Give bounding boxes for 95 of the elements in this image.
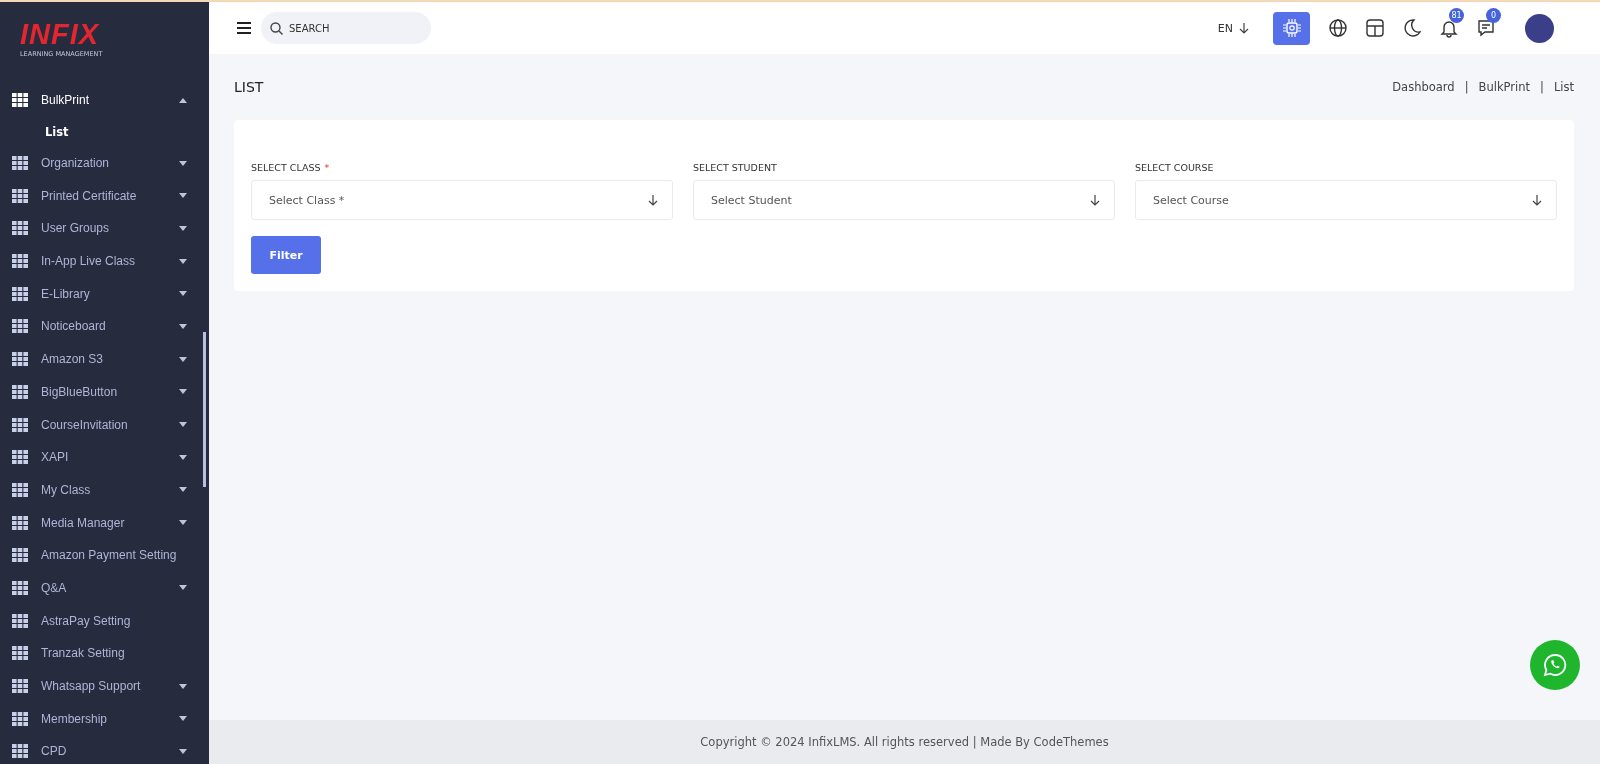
required-mark: *	[324, 162, 330, 173]
search-icon	[270, 22, 283, 35]
arrow-down-icon	[648, 194, 658, 206]
avatar[interactable]	[1525, 13, 1554, 43]
grid-icon	[12, 482, 28, 497]
chip-icon	[1281, 18, 1302, 38]
grid-icon	[12, 156, 28, 171]
sidebar-item[interactable]: BigBlueButton	[0, 375, 209, 409]
caret-icon	[179, 454, 187, 460]
sidebar-item[interactable]: BulkPrint	[0, 84, 209, 117]
moon-icon[interactable]	[1402, 18, 1422, 38]
caret-icon	[179, 487, 187, 493]
grid-icon	[12, 221, 28, 236]
grid-icon	[12, 711, 28, 726]
scrollbar[interactable]	[203, 332, 206, 487]
caret-icon	[179, 258, 187, 264]
filter-button[interactable]: Filter	[251, 236, 321, 274]
select-field[interactable]: Select Course	[1135, 180, 1557, 220]
sidebar-item[interactable]: Q&A	[0, 571, 209, 605]
breadcrumb-separator: |	[1540, 80, 1544, 94]
sidebar-item[interactable]: CPD	[0, 735, 209, 764]
caret-icon	[179, 225, 187, 231]
select-field[interactable]: Select Student	[693, 180, 1115, 220]
caret-icon	[179, 683, 187, 689]
caret-icon	[179, 193, 187, 199]
sidebar-subitem[interactable]: List	[0, 116, 209, 147]
grid-icon	[12, 286, 28, 301]
whatsapp-icon	[1543, 653, 1567, 677]
sidebar-item[interactable]: Tranzak Setting	[0, 637, 209, 670]
copyright-text: Copyright © 2024 InfixLMS. All rights reserved | Made By CodeThemes	[700, 735, 1109, 749]
caret-icon	[179, 356, 187, 362]
arrow-down-icon	[1090, 194, 1100, 206]
sidebar-item[interactable]: Noticeboard	[0, 310, 209, 343]
breadcrumb-link[interactable]: Dashboard	[1392, 80, 1455, 94]
caret-icon	[179, 422, 187, 428]
caret-icon	[179, 520, 187, 526]
sidebar-item[interactable]: Media Manager	[0, 506, 209, 539]
grid-icon	[12, 580, 28, 595]
sidebar-item[interactable]: CourseInvitation	[0, 408, 209, 441]
grid-icon	[12, 384, 28, 399]
notification-count: 81	[1449, 8, 1464, 23]
sidebar-item[interactable]: E-Library	[0, 277, 209, 311]
field-label: SELECT COURSE	[1135, 162, 1214, 173]
grid-icon	[12, 744, 28, 759]
bell-icon[interactable]	[1439, 18, 1459, 38]
breadcrumb-link[interactable]: BulkPrint	[1478, 80, 1530, 94]
caret-icon	[179, 748, 187, 754]
grid-icon	[12, 254, 28, 269]
sidebar-item[interactable]: Membership	[0, 702, 209, 736]
select-field[interactable]: Select Class *	[251, 180, 673, 220]
logo-text: INFIX	[20, 20, 100, 48]
breadcrumb-separator: |	[1464, 80, 1469, 94]
search-field[interactable]: SEARCH	[261, 12, 431, 44]
breadcrumb-link[interactable]: List	[1553, 80, 1574, 94]
caret-icon	[179, 97, 187, 103]
sidebar-item[interactable]: User Groups	[0, 212, 209, 245]
caret-icon	[179, 389, 187, 395]
chat-icon[interactable]	[1476, 18, 1496, 38]
sidebar-item[interactable]: In-App Live Class	[0, 244, 209, 278]
grid-icon	[12, 679, 28, 694]
arrow-down-icon	[1532, 194, 1542, 206]
page-title: LIST	[234, 79, 264, 95]
grid-icon	[12, 613, 28, 628]
globe-icon[interactable]	[1328, 18, 1348, 38]
sidebar-item[interactable]: My Class	[0, 473, 209, 507]
layout-icon[interactable]	[1365, 18, 1385, 38]
ai-chip-button[interactable]	[1273, 11, 1310, 45]
sidebar-item[interactable]: Amazon Payment Setting	[0, 538, 209, 572]
menu-icon[interactable]	[237, 22, 251, 34]
grid-icon	[12, 515, 28, 530]
grid-icon	[12, 450, 28, 465]
message-count: 0	[1486, 8, 1501, 23]
sidebar-item[interactable]: XAPI	[0, 440, 209, 474]
language-selector[interactable]: EN	[1217, 21, 1249, 35]
caret-icon	[179, 585, 187, 591]
arrow-down-icon	[1239, 22, 1249, 34]
caret-icon	[179, 716, 187, 722]
grid-icon	[12, 646, 28, 661]
grid-icon	[12, 188, 28, 203]
sidebar-item[interactable]: Amazon S3	[0, 342, 209, 376]
sidebar-item[interactable]: Printed Certificate	[0, 179, 209, 213]
caret-icon	[179, 291, 187, 297]
sidebar-item[interactable]: Organization	[0, 146, 209, 180]
field-label: SELECT CLASS	[251, 162, 321, 173]
field-label: SELECT STUDENT	[693, 162, 777, 173]
caret-icon	[179, 323, 187, 329]
grid-icon	[12, 417, 28, 432]
sidebar-item[interactable]: Whatsapp Support	[0, 669, 209, 703]
sidebar-item[interactable]: AstraPay Setting	[0, 604, 209, 637]
grid-icon	[12, 548, 28, 563]
grid-icon	[12, 93, 28, 108]
caret-icon	[179, 160, 187, 166]
grid-icon	[12, 319, 28, 334]
grid-icon	[12, 352, 28, 367]
whatsapp-button[interactable]	[1530, 640, 1580, 690]
